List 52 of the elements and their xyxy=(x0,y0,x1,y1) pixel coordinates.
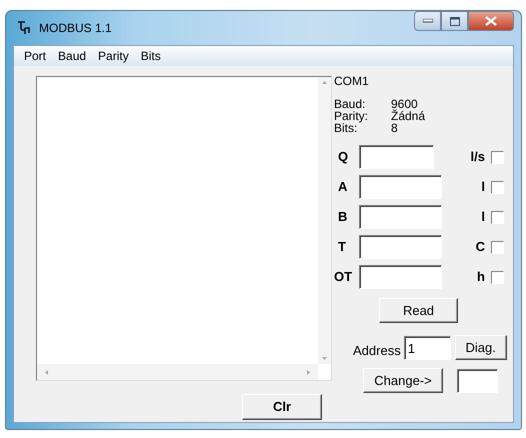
window-title: MODBUS 1.1 xyxy=(39,20,112,37)
checkbox[interactable] xyxy=(491,270,504,284)
vertical-scrollbar[interactable] xyxy=(318,77,331,364)
scroll-left-icon xyxy=(45,370,48,374)
channel-field[interactable] xyxy=(359,205,442,229)
menu-item[interactable]: Parity xyxy=(92,46,135,66)
setting-value: 8 xyxy=(391,122,398,134)
menu-item[interactable]: Baud xyxy=(52,46,92,66)
channel-field[interactable] xyxy=(359,175,442,199)
channel-label: B xyxy=(337,208,348,226)
address-label: Address xyxy=(353,342,401,360)
setting-label: Parity: xyxy=(334,110,370,122)
change-button[interactable]: Change-> xyxy=(363,368,443,393)
value-field[interactable] xyxy=(457,368,498,392)
unit-label: l xyxy=(481,178,485,196)
close-button[interactable] xyxy=(468,11,514,31)
unit-label: l/s xyxy=(470,148,485,166)
channel-field[interactable] xyxy=(359,235,442,259)
scroll-up-icon xyxy=(322,81,327,84)
menu-item[interactable]: Bits xyxy=(134,46,167,66)
channel-field[interactable] xyxy=(359,265,442,289)
setting-label: Baud: xyxy=(334,98,366,110)
close-icon xyxy=(485,16,497,26)
checkbox[interactable] xyxy=(491,150,504,164)
setting-label: Bits: xyxy=(334,122,358,134)
maximize-button[interactable] xyxy=(441,11,468,31)
checkbox[interactable] xyxy=(491,180,504,194)
horizontal-scrollbar[interactable] xyxy=(37,364,318,380)
channel-label: OT xyxy=(334,268,354,286)
minimize-button[interactable] xyxy=(414,11,441,31)
minimize-icon xyxy=(422,19,432,23)
checkbox[interactable] xyxy=(491,210,504,224)
unit-label: l xyxy=(481,208,485,226)
channel-label: A xyxy=(337,178,348,196)
app-icon xyxy=(17,20,31,36)
unit-label: h xyxy=(477,268,485,286)
channel-field[interactable] xyxy=(359,145,434,169)
scroll-right-icon xyxy=(307,370,310,374)
menu-item[interactable]: Port xyxy=(18,46,52,66)
scroll-down-icon xyxy=(322,357,327,360)
read-button[interactable]: Read xyxy=(379,298,458,323)
checkbox[interactable] xyxy=(491,240,504,254)
setting-value: Žádná xyxy=(391,110,426,122)
unit-label: C xyxy=(476,238,485,256)
channel-label: T xyxy=(337,238,347,256)
maximize-icon xyxy=(450,16,460,26)
setting-value: 9600 xyxy=(391,98,418,110)
clear-button[interactable]: Clr xyxy=(242,394,322,420)
diag-button[interactable]: Diag. xyxy=(454,335,507,360)
port-label: COM1 xyxy=(334,73,370,90)
address-field[interactable]: 1 xyxy=(404,336,451,360)
channel-label: Q xyxy=(337,148,350,166)
